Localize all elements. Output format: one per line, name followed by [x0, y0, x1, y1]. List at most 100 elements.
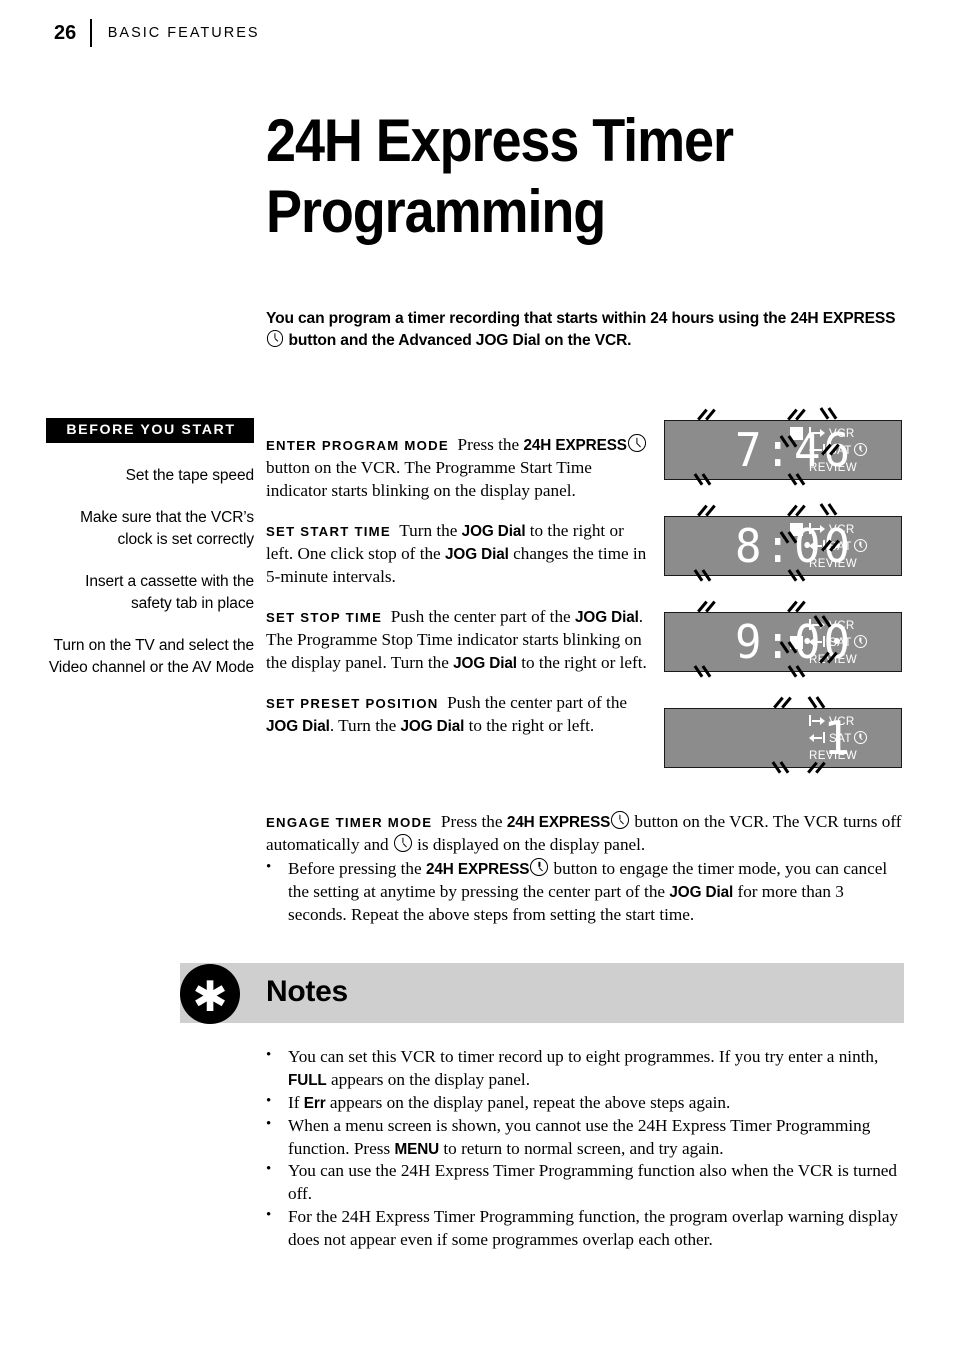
engage-bold-24h-express: 24H EXPRESS [425, 860, 530, 878]
step-bold-jog-dial: JOG Dial [574, 608, 639, 626]
step-label-set-preset-position: SET PRESET POSITION [266, 695, 439, 711]
panel-indicators: VCR SAT REVIEW [809, 617, 895, 669]
stop-arrow-icon [809, 539, 829, 553]
step-set-preset-position: SET PRESET POSITION Push the center part… [266, 692, 648, 738]
stop-arrow-icon [809, 635, 829, 649]
bullet-dot: • [266, 1092, 272, 1109]
step-bold-jog-dial: JOG Dial [444, 545, 509, 563]
indicator-row-sat: SAT [809, 634, 895, 650]
step-text-a: Turn the [399, 521, 462, 540]
indicator-label-review: REVIEW [809, 652, 858, 666]
step-set-start-time: SET START TIME Turn the JOG Dial to the … [266, 520, 648, 589]
engage-text-c: is displayed on the display panel. [417, 834, 646, 854]
engage-text-a: Press the [440, 812, 507, 831]
step-text-b: . Turn the [329, 715, 401, 735]
page-number: 26 [54, 22, 77, 44]
indicator-label-review: REVIEW [809, 460, 858, 474]
sidebar-item-clock-set: Make sure that the VCR’s clock is set co… [80, 509, 254, 548]
sidebar-item-tape-speed: Set the tape speed [125, 467, 254, 484]
panel-indicators: VCR SAT REVIEW [809, 425, 895, 477]
bullet-dot: • [266, 1047, 272, 1063]
indicator-label-sat: SAT [829, 538, 895, 553]
instruction-steps: ENTER PROGRAM MODE Press the 24H EXPRESS… [266, 417, 648, 737]
step-label-enter-program-mode: ENTER PROGRAM MODE [266, 438, 449, 454]
indicator-label-vcr: VCR [829, 522, 855, 536]
indicator-label-sat: SAT [829, 442, 895, 457]
section-name: BASIC FEATURES [107, 25, 260, 41]
step-bold-jog-dial: JOG Dial [461, 523, 526, 540]
indicator-row-vcr: VCR [809, 617, 895, 633]
note-text: When a menu screen is shown, you cannot … [288, 1115, 906, 1161]
display-panel-preset-position: 1 VCR SAT REVIEW [664, 696, 902, 774]
sidebar-heading: BEFORE YOU START [46, 418, 254, 443]
engage-paragraph: ENGAGE TIMER MODE Press the 24H EXPRESS … [266, 811, 906, 857]
indicator-row-sat: SAT [809, 538, 895, 554]
clock-icon [267, 330, 284, 347]
clock-icon [393, 834, 412, 852]
indicator-row-vcr: VCR [809, 425, 895, 441]
intro-text-b: button and the Advanced JOG Dial on the … [288, 331, 632, 349]
notes-title: Notes [266, 975, 348, 1008]
panel-indicators: VCR SAT REVIEW [809, 713, 895, 765]
start-arrow-icon [809, 714, 829, 728]
step-bold-jog-dial: JOG Dial [266, 717, 330, 735]
vcr-display-panel: 7:46 VCR SAT REVIEW [664, 407, 902, 486]
indicator-label-vcr: VCR [829, 618, 855, 632]
engage-label: ENGAGE TIMER MODE [266, 815, 433, 830]
notes-star-icon: ✱ [180, 964, 240, 1024]
notes-list: • You can set this VCR to timer record u… [266, 1046, 906, 1252]
step-bold-jog-dial: JOG Dial [453, 654, 517, 672]
note-text: If Err appears on the display panel, rep… [288, 1092, 906, 1115]
clock-icon [853, 538, 867, 552]
display-panel-programme-start-time: 7:46 VCR SAT REVIEW [664, 407, 902, 486]
engage-bullet-text: Before pressing the 24H EXPRESS button t… [288, 858, 906, 927]
intro-text-a: You can program a timer recording that s… [266, 309, 896, 327]
indicator-label-review: REVIEW [809, 748, 858, 762]
indicator-row-review: REVIEW [809, 459, 895, 475]
blink-square-indicator [790, 427, 803, 440]
step-text-c: to the right or left. [516, 652, 647, 672]
sidebar-item-tv-channel: Turn on the TV and select the Video chan… [48, 637, 254, 676]
indicator-row-sat: SAT [809, 442, 895, 458]
list-item: • When a menu screen is shown, you canno… [266, 1115, 906, 1161]
step-set-stop-time: SET STOP TIME Push the center part of th… [266, 606, 648, 675]
page-title-line-1: 24H Express Timer [266, 107, 734, 175]
bullet-dot: • [266, 858, 272, 875]
vcr-display-panel: 9:00 VCR SAT REVIEW [664, 600, 902, 678]
list-item: • You can use the 24H Express Timer Prog… [266, 1160, 906, 1206]
stop-arrow-icon [809, 443, 829, 457]
notes-star-glyph: ✱ [192, 972, 228, 1021]
panel-indicators: VCR SAT REVIEW [809, 521, 895, 573]
list-item: • If Err appears on the display panel, r… [266, 1092, 906, 1115]
indicator-label-sat: SAT [829, 634, 895, 649]
sidebar-item-cassette: Insert a cassette with the safety tab in… [85, 573, 254, 612]
indicator-label-sat: SAT [829, 730, 895, 745]
indicator-row-review: REVIEW [809, 747, 895, 763]
start-arrow-icon [809, 522, 829, 536]
vcr-display-panel: 1 VCR SAT REVIEW [664, 696, 902, 774]
page-title-line-2: Programming [266, 177, 606, 245]
display-panel-start-time-set: 8:00 VCR SAT REVIEW [664, 503, 902, 582]
page-title: 24H Express Timer Programming [266, 106, 824, 248]
display-panel-stop-time-set: 9:00 VCR SAT REVIEW [664, 600, 902, 678]
intro-paragraph: You can program a timer recording that s… [266, 308, 906, 352]
step-text-a: Push the center part of the [447, 692, 628, 712]
note-text-a: If [288, 1092, 304, 1112]
engage-bullet-text-a: Before pressing the [288, 858, 426, 878]
note-text-b: to return to normal screen, and try agai… [439, 1138, 724, 1158]
bullet-dot: • [266, 1207, 272, 1224]
list-item: • For the 24H Express Timer Programming … [266, 1206, 906, 1252]
engage-bold-24h-express: 24H EXPRESS [506, 814, 611, 831]
note-bold-menu: MENU [394, 1140, 440, 1158]
indicator-row-sat: SAT [809, 730, 895, 746]
step-text-a: Press the [457, 435, 524, 455]
note-text: You can use the 24H Express Timer Progra… [288, 1161, 898, 1204]
note-text: For the 24H Express Timer Programming fu… [288, 1207, 899, 1249]
step-label-set-start-time: SET START TIME [266, 524, 391, 539]
step-enter-program-mode: ENTER PROGRAM MODE Press the 24H EXPRESS… [266, 434, 648, 503]
vcr-display-panel: 8:00 VCR SAT REVIEW [664, 503, 902, 582]
indicator-label-review: REVIEW [809, 556, 858, 570]
running-head: 26 BASIC FEATURES [54, 18, 260, 48]
note-bold-err: Err [303, 1094, 326, 1112]
indicator-row-vcr: VCR [809, 713, 895, 729]
